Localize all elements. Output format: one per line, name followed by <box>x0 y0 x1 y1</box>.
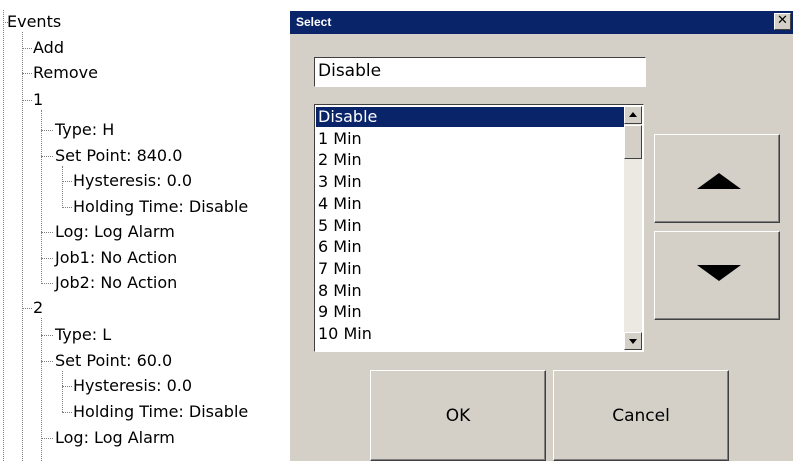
scroll-down-arrow-icon <box>629 339 637 344</box>
tree-connector <box>22 73 32 74</box>
list-option[interactable]: 7 Min <box>316 259 625 279</box>
tree-connector <box>41 438 53 439</box>
list-option[interactable]: 6 Min <box>316 237 625 257</box>
scroll-down-button[interactable] <box>624 332 642 350</box>
list-option[interactable]: Disable <box>316 107 625 127</box>
tree-node-set-point[interactable]: Set Point: 840.0 <box>55 146 182 166</box>
list-option[interactable]: 4 Min <box>316 194 625 214</box>
scrollbar-thumb[interactable] <box>624 125 642 159</box>
list-option[interactable]: 9 Min <box>316 302 625 322</box>
tree-node-holding-time[interactable]: Holding Time: Disable <box>73 402 248 422</box>
tree-node-type[interactable]: Type: L <box>55 325 111 345</box>
tree-connector <box>22 100 32 101</box>
tree-connector <box>41 156 53 157</box>
cancel-button-label: Cancel <box>612 406 670 426</box>
cancel-button[interactable]: Cancel <box>553 370 729 461</box>
list-option[interactable]: 1 Min <box>316 129 625 149</box>
tree-node-add[interactable]: Add <box>33 38 64 58</box>
tree-node-hysteresis[interactable]: Hysteresis: 0.0 <box>73 376 192 396</box>
tree-connector <box>62 166 63 208</box>
tree-connector <box>62 207 72 208</box>
list-option[interactable]: 3 Min <box>316 172 625 192</box>
close-icon[interactable]: ✕ <box>774 13 791 30</box>
tree-connector <box>62 386 72 387</box>
selected-value-field: Disable <box>314 57 646 87</box>
tree-connector <box>41 361 53 362</box>
list-option[interactable]: 2 Min <box>316 150 625 170</box>
tree-connector <box>41 283 53 284</box>
tree-connector <box>62 181 72 182</box>
tree-node-set-point[interactable]: Set Point: 60.0 <box>55 351 172 371</box>
ok-button[interactable]: OK <box>370 370 546 461</box>
options-listbox[interactable]: Disable 1 Min 2 Min 3 Min 4 Min 5 Min 6 Min 7 M… <box>314 104 644 352</box>
tree-connector <box>41 232 53 233</box>
dialog-title: Select <box>296 15 332 29</box>
scroll-up-arrow-icon <box>629 112 637 117</box>
tree-connector <box>22 32 23 461</box>
tree-node-type[interactable]: Type: H <box>55 120 114 140</box>
triangle-down-icon <box>697 265 741 281</box>
tree-connector <box>41 318 42 461</box>
move-down-button[interactable] <box>654 231 780 320</box>
tree-connector <box>41 258 53 259</box>
ok-button-label: OK <box>445 406 471 426</box>
dialog-titlebar[interactable]: Select ✕ <box>290 11 793 34</box>
tree-node-holding-time[interactable]: Holding Time: Disable <box>73 197 248 217</box>
tree-connector <box>22 48 32 49</box>
tree-node-event-2[interactable]: 2 <box>33 298 43 318</box>
tree-connector <box>41 335 53 336</box>
scroll-up-button[interactable] <box>624 106 642 124</box>
listbox-scrollbar[interactable] <box>624 106 642 350</box>
tree-node-log[interactable]: Log: Log Alarm <box>55 222 175 242</box>
tree-node-log[interactable]: Log: Log Alarm <box>55 428 175 448</box>
tree-connector <box>3 10 4 461</box>
tree-node-events[interactable]: Events <box>7 12 61 32</box>
select-dialog: Select ✕ Disable Disable 1 Min 2 Min 3 Min 4… <box>289 11 793 461</box>
tree-connector <box>41 130 53 131</box>
tree-connector <box>62 371 63 412</box>
tree-node-event-1[interactable]: 1 <box>33 90 43 110</box>
tree-connector <box>22 308 32 309</box>
list-option[interactable]: 5 Min <box>316 216 625 236</box>
events-tree[interactable]: Events Add Remove 1 Type: H Set Point: 8… <box>0 0 300 461</box>
list-option[interactable]: 8 Min <box>316 281 625 301</box>
tree-node-hysteresis[interactable]: Hysteresis: 0.0 <box>73 171 192 191</box>
tree-node-job1[interactable]: Job1: No Action <box>55 248 177 268</box>
tree-node-remove[interactable]: Remove <box>33 63 98 83</box>
move-up-button[interactable] <box>654 134 780 223</box>
triangle-up-icon <box>697 173 741 189</box>
tree-connector <box>62 412 72 413</box>
tree-node-job2[interactable]: Job2: No Action <box>55 273 177 293</box>
list-option[interactable]: 10 Min <box>316 324 625 344</box>
